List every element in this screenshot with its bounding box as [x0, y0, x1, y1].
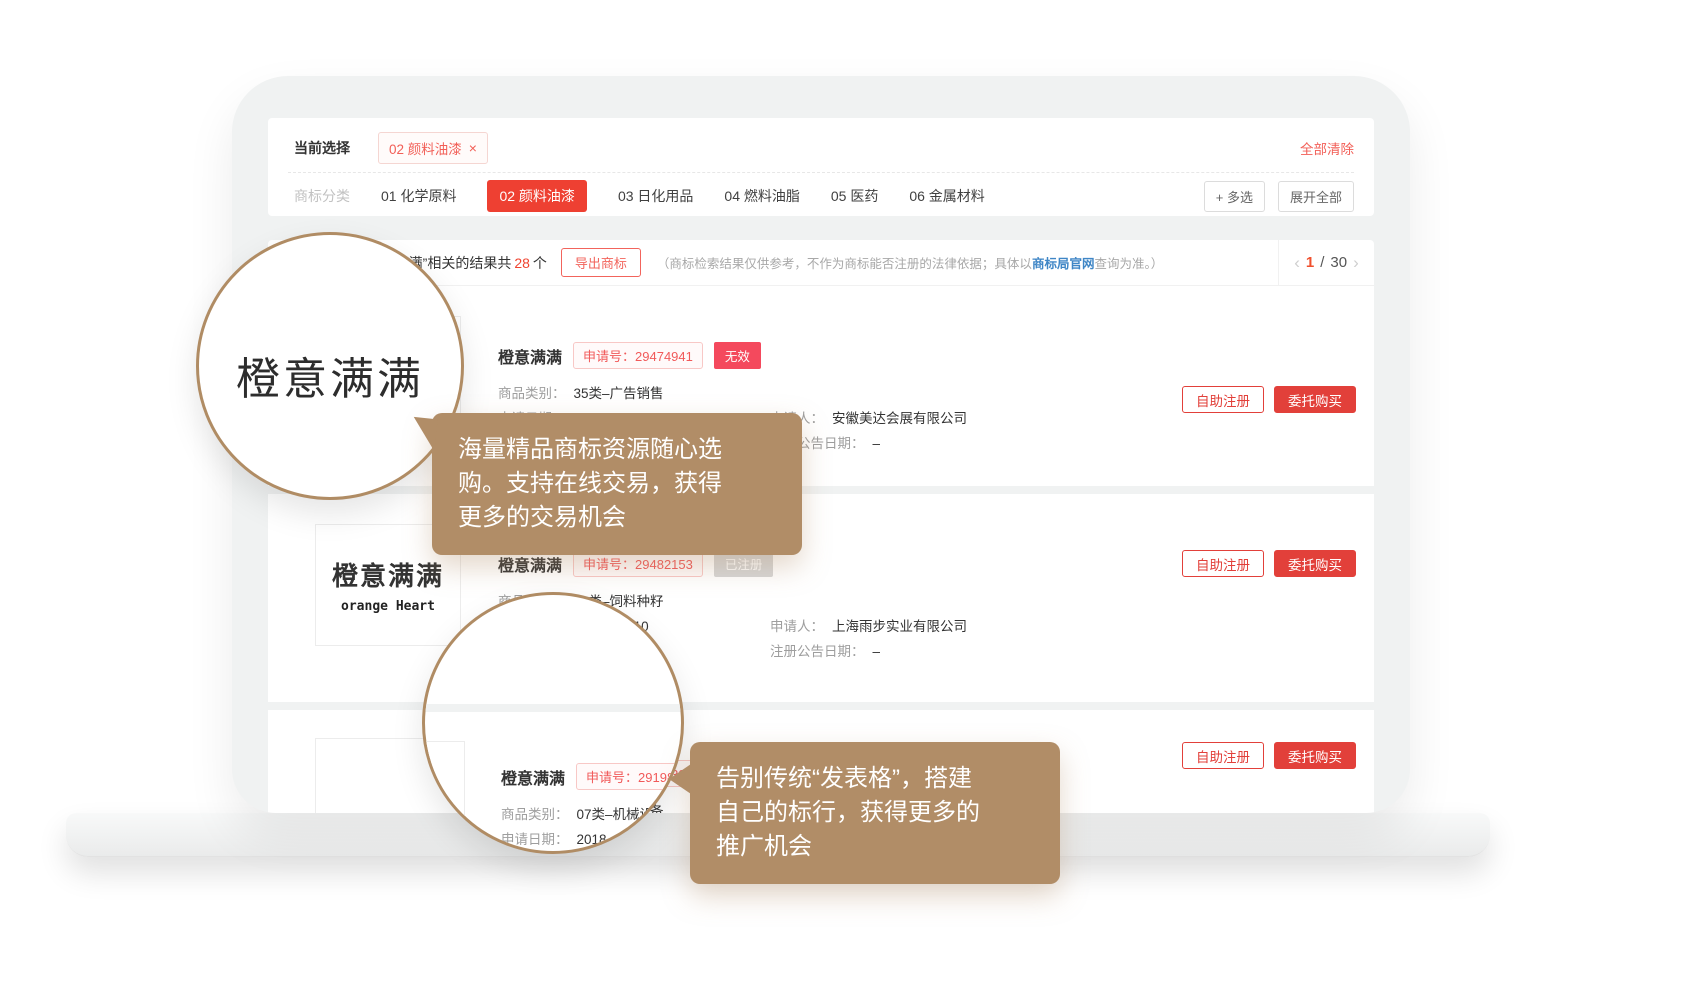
expand-all-button[interactable]: 展开全部	[1278, 181, 1354, 212]
category-row-label: 商标分类	[294, 186, 350, 206]
app-no-label: 申请号：	[586, 770, 638, 785]
next-page-icon[interactable]: ›	[1353, 253, 1359, 273]
reg-date-value: –	[873, 644, 881, 659]
magnified-image-box-edge	[422, 741, 465, 854]
pagination: ‹ 1 / 30 ›	[1278, 240, 1374, 285]
category-label: 商品类别：	[498, 386, 566, 401]
row-1-title-line: 橙意满满 申请号：29474941 无效	[498, 342, 761, 369]
entrust-buy-button[interactable]: 委托购买	[1274, 386, 1356, 413]
row-2-actions: 自助注册 委托购买	[1182, 550, 1356, 577]
category-item-02-selected[interactable]: 02 颜料油漆	[487, 180, 586, 212]
category-value: 35类–广告销售	[574, 386, 664, 401]
self-register-button[interactable]: 自助注册	[1182, 742, 1264, 769]
apply-date-label: 申请日期：	[501, 832, 569, 847]
app-no-value: 29474941	[635, 349, 693, 364]
row-3-actions: 自助注册 委托购买	[1182, 742, 1356, 769]
prev-page-icon[interactable]: ‹	[1294, 253, 1300, 273]
entrust-buy-button[interactable]: 委托购买	[1274, 742, 1356, 769]
application-number-tag: 申请号：29474941	[573, 342, 703, 369]
category-item-03[interactable]: 03 日化用品	[618, 186, 693, 206]
category-value: 07类–机械设备	[577, 807, 667, 822]
current-selection-row: 当前选择 02 颜料油漆 × 全部清除	[294, 130, 1354, 166]
filter-card: 当前选择 02 颜料油漆 × 全部清除 商标分类 01 化学原料 02 颜料油漆…	[268, 118, 1374, 216]
tooltip-line: 购。支持在线交易，获得	[458, 467, 776, 501]
magnified-trademark-text: 橙意满满	[199, 343, 461, 407]
category-item-06[interactable]: 06 金属材料	[909, 186, 984, 206]
reg-date-pair: 注册公告日期：–	[770, 640, 880, 660]
applicant-value: 安徽美达会展有限公司	[832, 411, 967, 426]
disclaimer-text: （商标检索结果仅供参考，不作为商标能否注册的法律依据；具体以商标局官网查询为准。…	[657, 253, 1163, 272]
disclaimer-prefix: （商标检索结果仅供参考，不作为商标能否注册的法律依据；具体以	[657, 257, 1032, 271]
category-item-01[interactable]: 01 化学原料	[381, 186, 456, 206]
application-number-tag: 申请号：29198321	[576, 763, 684, 790]
reg-date-label: 注册公告日期：	[770, 644, 865, 659]
trademark-name: 橙意满满	[501, 765, 565, 789]
row-1-category-line: 商品类别： 35类–广告销售	[498, 382, 664, 402]
remove-tag-icon[interactable]: ×	[469, 141, 477, 155]
self-register-button[interactable]: 自助注册	[1182, 386, 1264, 413]
magnified-title-line: 橙意满满 申请号：29198321	[501, 763, 684, 790]
result-count: 28	[514, 255, 530, 271]
multi-select-button[interactable]: + 多选	[1204, 181, 1265, 212]
tooltip-line: 海量精品商标资源随心选	[458, 433, 776, 467]
row-1-actions: 自助注册 委托购买	[1182, 386, 1356, 413]
app-no-label: 申请号：	[583, 349, 635, 364]
dashed-divider	[288, 172, 1354, 173]
trademark-name[interactable]: 橙意满满	[498, 344, 562, 368]
app-no-label: 申请号：	[583, 557, 635, 572]
magnified-row-divider	[425, 704, 681, 712]
category-label: 商品类别：	[501, 807, 569, 822]
selected-filter-tag[interactable]: 02 颜料油漆 ×	[378, 132, 488, 164]
page-separator: /	[1320, 254, 1324, 271]
applicant-pair: 申请人： 上海雨步实业有限公司	[770, 615, 967, 635]
tooltip-line: 更多的交易机会	[458, 501, 776, 535]
magnified-date-line: 申请日期： 2018–02–07	[501, 828, 652, 848]
category-row: 商标分类 01 化学原料 02 颜料油漆 03 日化用品 04 燃料油脂 05 …	[294, 178, 1354, 214]
summary-suffix: 个	[533, 255, 547, 271]
promo-tooltip-2: 告别传统“发表格”，搭建 自己的标行，获得更多的 推广机会	[690, 742, 1060, 884]
tooltip-line: 告别传统“发表格”，搭建	[716, 762, 1034, 796]
trademark-image-text: 橙意满满	[340, 807, 436, 813]
magnifier-circle-2: 橙意满满 申请号：29198321 商品类别： 07类–机械设备 申请日期： 201…	[422, 592, 684, 854]
magnifier-circle-1: 橙意满满	[196, 232, 464, 500]
category-item-05[interactable]: 05 医药	[831, 186, 878, 206]
results-header: 为您检索到“橙意满满”相关的结果共28个 导出商标 （商标检索结果仅供参考，不作…	[268, 240, 1374, 286]
app-no-value: 29482153	[635, 557, 693, 572]
applicant-value: 上海雨步实业有限公司	[832, 619, 967, 634]
status-badge-invalid: 无效	[714, 342, 761, 369]
reg-date-value: –	[873, 436, 881, 451]
entrust-buy-button[interactable]: 委托购买	[1274, 550, 1356, 577]
magnified-category-line: 商品类别： 07类–机械设备	[501, 803, 667, 823]
trademark-name[interactable]: 橙意满满	[498, 552, 562, 576]
trademark-image-subtext: orange Heart	[341, 599, 435, 614]
selected-filter-tag-label: 02 颜料油漆	[389, 138, 462, 158]
total-pages: 30	[1330, 254, 1347, 271]
clear-all-link[interactable]: 全部清除	[1300, 138, 1354, 158]
promo-tooltip-1: 海量精品商标资源随心选 购。支持在线交易，获得 更多的交易机会	[432, 413, 802, 555]
page-canvas: 当前选择 02 颜料油漆 × 全部清除 商标分类 01 化学原料 02 颜料油漆…	[0, 0, 1696, 1002]
tooltip-line: 自己的标行，获得更多的	[716, 796, 1034, 830]
current-page: 1	[1306, 254, 1314, 271]
tooltip-tail	[410, 417, 437, 451]
export-trademark-button[interactable]: 导出商标	[561, 248, 641, 277]
current-selection-label: 当前选择	[294, 138, 350, 158]
tooltip-line: 推广机会	[716, 830, 1034, 864]
tooltip-tail	[669, 764, 691, 794]
trademark-image-text: 橙意满满	[332, 556, 444, 593]
apply-date-value: 2018–02–07	[577, 832, 652, 847]
applicant-label: 申请人：	[770, 619, 824, 634]
trademark-office-link[interactable]: 商标局官网	[1032, 257, 1095, 271]
self-register-button[interactable]: 自助注册	[1182, 550, 1264, 577]
category-item-04[interactable]: 04 燃料油脂	[724, 186, 799, 206]
disclaimer-suffix: 查询为准。）	[1094, 257, 1163, 271]
